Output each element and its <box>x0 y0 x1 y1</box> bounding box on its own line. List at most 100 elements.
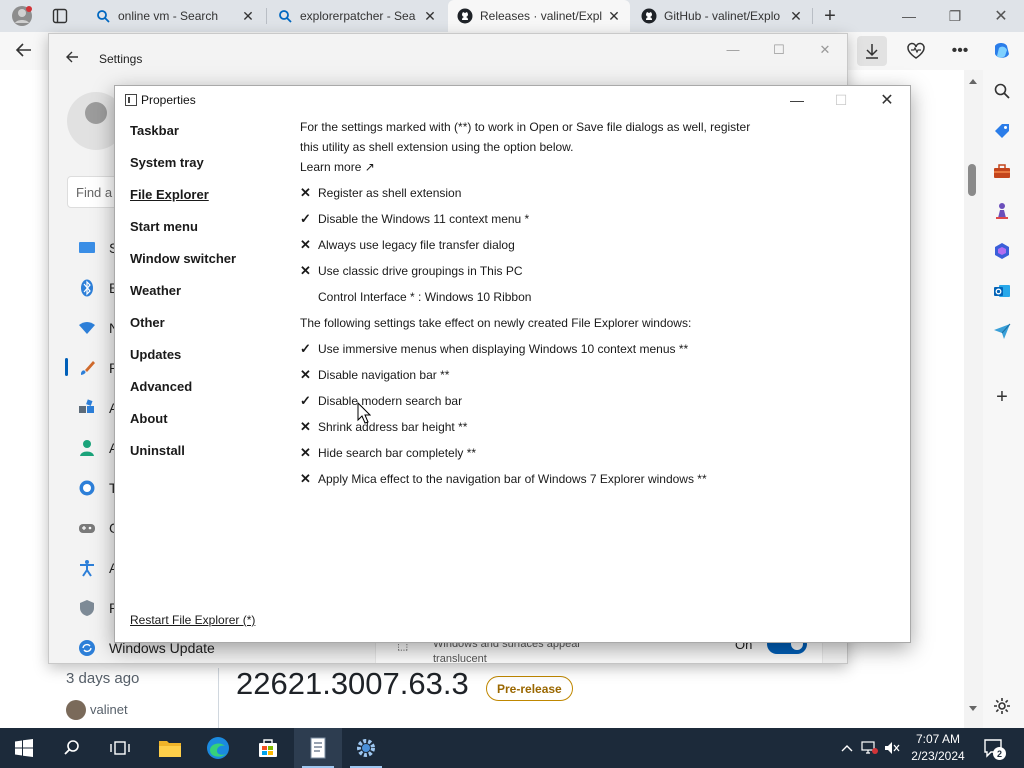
task-view-button[interactable] <box>96 728 144 768</box>
category-window-switcher[interactable]: Window switcher <box>130 251 236 266</box>
option-register-shell-extension[interactable]: ✕ Register as shell extension <box>300 183 461 203</box>
checkmark-icon: ✓ <box>300 211 311 226</box>
sidebar-games-button[interactable] <box>991 200 1013 222</box>
sidebar-microsoft365-button[interactable] <box>991 240 1013 262</box>
sidebar-tools-button[interactable] <box>991 160 1013 182</box>
learn-more-link[interactable]: Learn more ↗ <box>300 157 375 177</box>
start-button[interactable] <box>0 728 48 768</box>
ellipsis-icon: ••• <box>951 42 969 59</box>
taskbar-search-button[interactable] <box>48 728 96 768</box>
release-author[interactable]: valinet <box>90 702 128 717</box>
option-mica-effect[interactable]: ✕ Apply Mica effect to the navigation ba… <box>300 469 707 489</box>
option-label: Disable the Windows 11 context menu * <box>318 212 530 226</box>
page-scrollbar-thumb[interactable] <box>968 164 976 196</box>
sidebar-settings-button[interactable] <box>991 695 1013 717</box>
category-other[interactable]: Other <box>130 315 165 330</box>
browser-essentials-button[interactable] <box>901 36 931 66</box>
sidebar-send-button[interactable] <box>991 320 1013 342</box>
properties-close-button[interactable]: ✕ <box>865 89 909 111</box>
speaker-muted-icon <box>885 742 900 754</box>
category-updates[interactable]: Updates <box>130 347 181 362</box>
close-icon[interactable]: ✕ <box>422 8 438 25</box>
properties-maximize-button: ☐ <box>834 91 848 108</box>
category-uninstall[interactable]: Uninstall <box>130 443 185 458</box>
tab-actions-icon <box>52 8 68 24</box>
settings-back-button[interactable] <box>65 50 79 67</box>
more-options-button[interactable]: ••• <box>945 36 975 66</box>
copilot-button[interactable] <box>987 36 1017 66</box>
browser-close-button[interactable]: ✕ <box>978 0 1024 32</box>
taskbar-properties-app[interactable] <box>294 728 342 768</box>
option-legacy-file-transfer-dialog[interactable]: ✕ Always use legacy file transfer dialog <box>300 235 515 255</box>
option-immersive-menus[interactable]: ✓ Use immersive menus when displaying Wi… <box>300 339 688 359</box>
cross-icon: ✕ <box>300 445 311 460</box>
sidebar-shopping-button[interactable] <box>991 120 1013 142</box>
settings-minimize-button[interactable]: — <box>713 42 753 57</box>
notification-count: 2 <box>993 747 1006 760</box>
option-classic-drive-groupings[interactable]: ✕ Use classic drive groupings in This PC <box>300 261 523 281</box>
tab-explorerpatcher-search[interactable]: explorerpatcher - Sea ✕ <box>268 0 446 32</box>
taskbar-store[interactable] <box>244 728 292 768</box>
restart-file-explorer-link[interactable]: Restart File Explorer (*) <box>130 613 255 627</box>
release-version[interactable]: 22621.3007.63.3 <box>236 666 469 702</box>
network-tray-icon[interactable] <box>860 738 880 758</box>
intro-text-line2: this utility as shell extension using th… <box>300 140 574 154</box>
taskbar-file-explorer[interactable] <box>146 728 194 768</box>
taskbar-edge[interactable] <box>194 728 242 768</box>
browser-back-button[interactable] <box>14 40 34 66</box>
release-date: 3 days ago <box>66 670 140 687</box>
downloads-button[interactable] <box>857 36 887 66</box>
properties-title: Properties <box>141 93 196 107</box>
option-disable-win11-context-menu[interactable]: ✓ Disable the Windows 11 context menu * <box>300 209 529 229</box>
option-label: Register as shell extension <box>318 186 462 200</box>
option-shrink-address-bar[interactable]: ✕ Shrink address bar height ** <box>300 417 467 437</box>
cross-icon: ✕ <box>300 367 311 382</box>
settings-maximize-button[interactable]: ☐ <box>759 42 799 58</box>
volume-tray-icon[interactable] <box>882 738 902 758</box>
profile-icon <box>12 6 32 26</box>
category-taskbar[interactable]: Taskbar <box>130 123 179 138</box>
option-disable-modern-search-bar[interactable]: ✓ Disable modern search bar <box>300 391 462 411</box>
new-tab-button[interactable]: + <box>812 0 848 32</box>
notification-center-button[interactable]: 2 <box>982 736 1006 760</box>
avatar[interactable] <box>66 700 86 720</box>
category-start-menu[interactable]: Start menu <box>130 219 198 234</box>
category-weather[interactable]: Weather <box>130 283 181 298</box>
tab-releases[interactable]: Releases · valinet/Expl ✕ <box>448 0 630 32</box>
properties-minimize-button[interactable]: — <box>775 89 819 111</box>
cross-icon: ✕ <box>300 419 311 434</box>
close-icon[interactable]: ✕ <box>240 8 256 25</box>
category-about[interactable]: About <box>130 411 168 426</box>
close-icon[interactable]: ✕ <box>606 8 622 25</box>
control-interface-selector[interactable]: Control Interface * : Windows 10 Ribbon <box>318 287 531 307</box>
sidebar-add-button[interactable]: + <box>991 386 1013 408</box>
profile-button[interactable] <box>4 0 40 32</box>
option-disable-navigation-bar[interactable]: ✕ Disable navigation bar ** <box>300 365 449 385</box>
browser-restore-button[interactable]: ❐ <box>932 0 978 32</box>
category-advanced[interactable]: Advanced <box>130 379 192 394</box>
accessibility-icon <box>77 558 97 578</box>
copilot-icon <box>995 43 1009 58</box>
github-icon <box>640 8 658 24</box>
sidebar-search-button[interactable] <box>991 80 1013 102</box>
tab-title: GitHub - valinet/Explo <box>664 9 781 23</box>
section-note: The following settings take effect on ne… <box>300 316 692 330</box>
taskbar-clock[interactable]: 7:07 AM 2/23/2024 <box>906 731 970 765</box>
browser-minimize-button[interactable]: — <box>886 0 932 32</box>
tab-github-explorerpatcher[interactable]: GitHub - valinet/Explo ✕ <box>632 0 812 32</box>
checkmark-icon: ✓ <box>300 341 311 356</box>
tab-title: explorerpatcher - Sea <box>300 9 416 23</box>
show-hidden-icons-button[interactable] <box>838 738 856 758</box>
sidebar-outlook-button[interactable] <box>991 280 1013 302</box>
tab-online-vm[interactable]: online vm - Search ✕ <box>86 0 264 32</box>
category-system-tray[interactable]: System tray <box>130 155 204 170</box>
close-icon[interactable]: ✕ <box>788 8 804 25</box>
cross-icon: ✕ <box>300 471 311 486</box>
search-icon <box>64 740 79 755</box>
taskbar-settings-app[interactable] <box>342 728 390 768</box>
search-icon <box>94 9 112 23</box>
settings-close-button[interactable]: ✕ <box>805 42 845 58</box>
category-file-explorer[interactable]: File Explorer <box>130 187 209 202</box>
option-hide-search-bar[interactable]: ✕ Hide search bar completely ** <box>300 443 476 463</box>
tab-actions-button[interactable] <box>42 0 78 32</box>
